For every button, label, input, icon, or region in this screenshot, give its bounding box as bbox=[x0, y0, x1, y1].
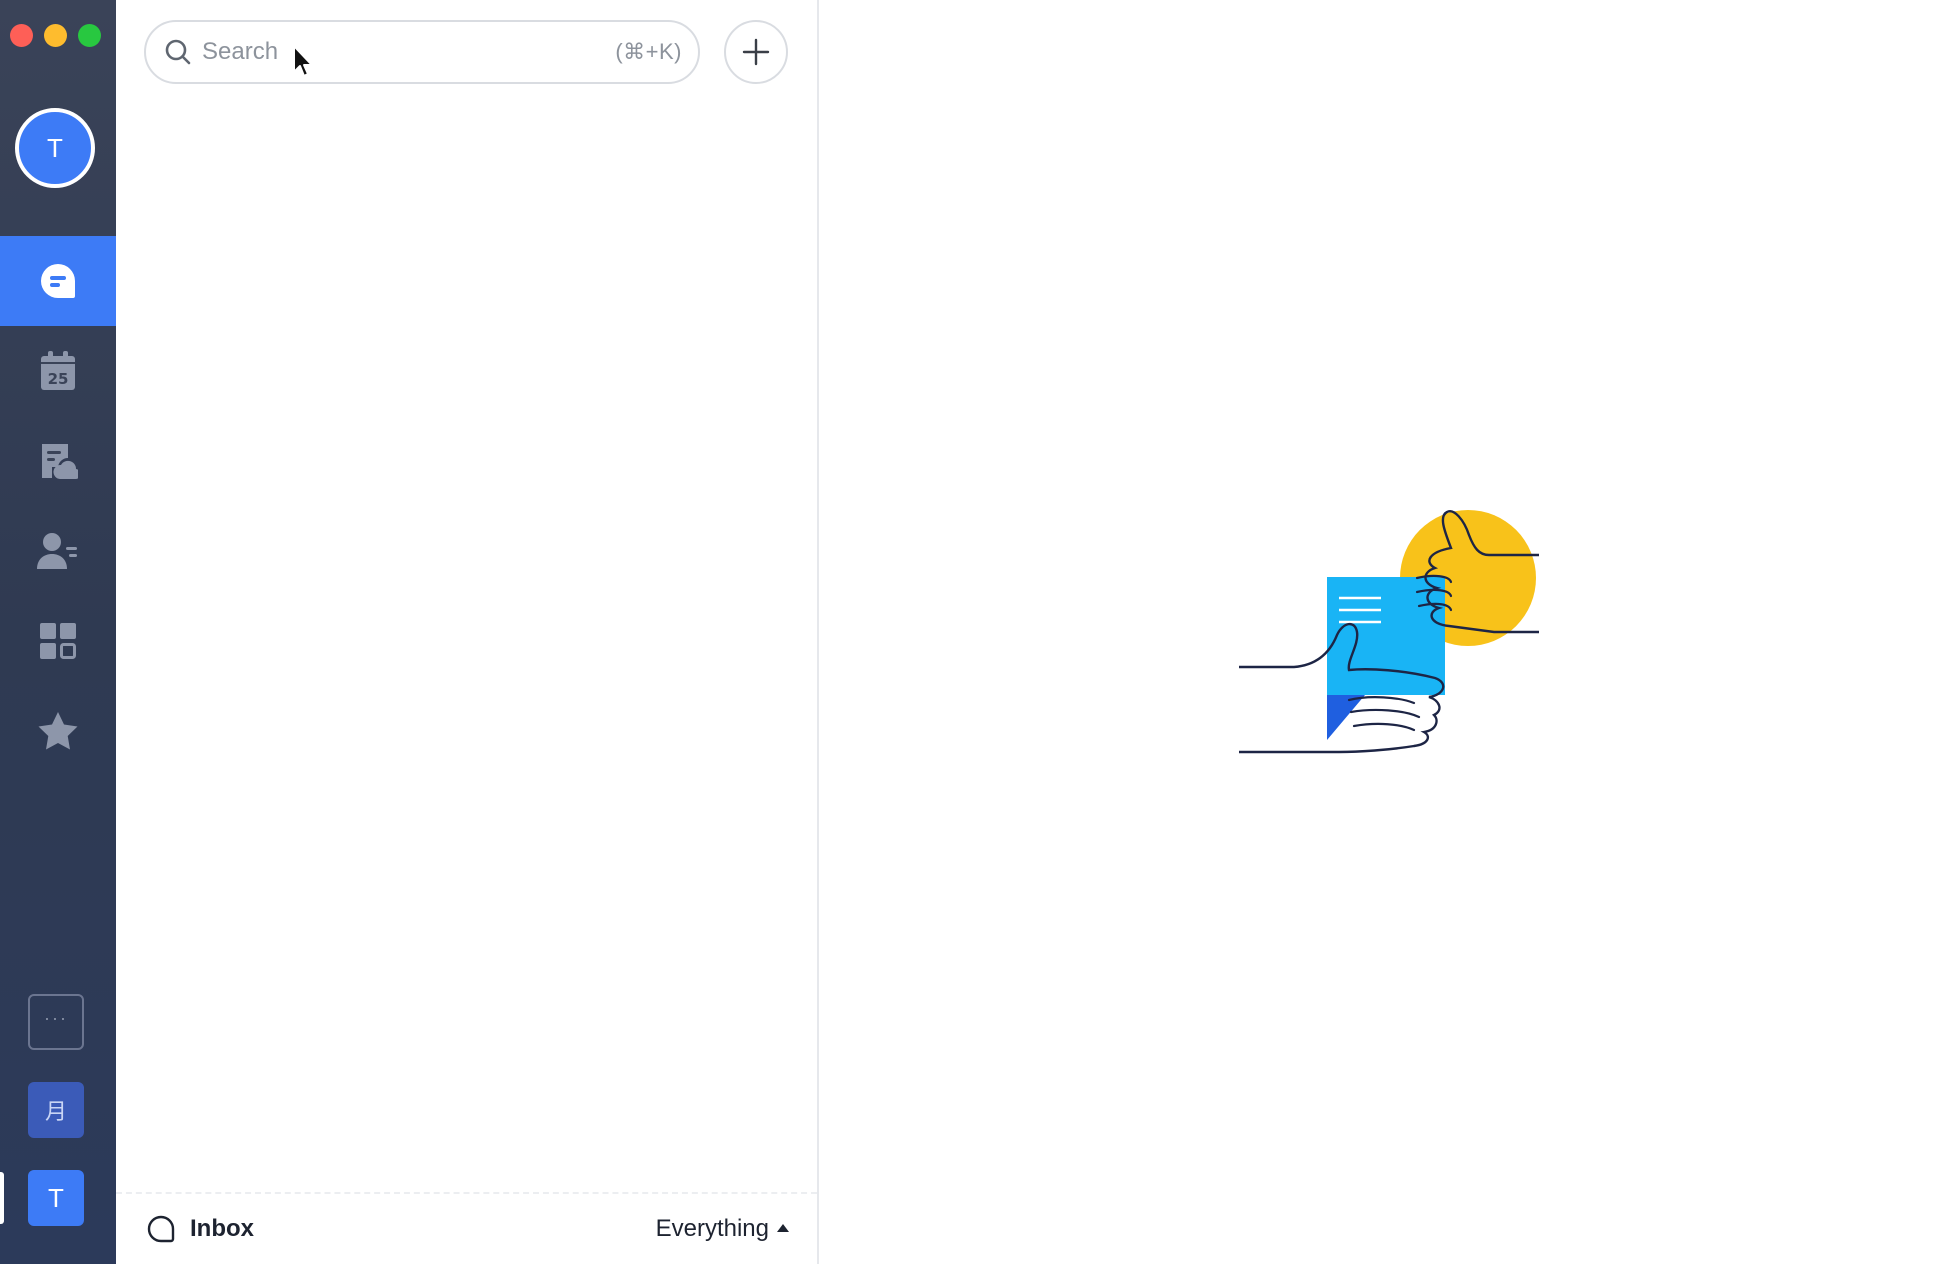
plus-icon bbox=[742, 38, 770, 66]
conversation-list-pane: (⌘+K) Inbox Everything bbox=[116, 0, 819, 1264]
rail-item-contacts[interactable] bbox=[0, 506, 116, 596]
grid-apps-icon bbox=[40, 623, 76, 659]
zoom-window-button[interactable] bbox=[78, 24, 101, 47]
svg-text:25: 25 bbox=[48, 370, 69, 388]
workspace-tile-2[interactable]: T bbox=[28, 1170, 84, 1226]
workspace-tile-1[interactable]: 月 bbox=[28, 1082, 84, 1138]
search-input[interactable] bbox=[202, 38, 616, 66]
user-avatar[interactable]: T bbox=[15, 108, 95, 188]
search-icon bbox=[165, 39, 191, 65]
star-icon bbox=[38, 712, 78, 750]
workspace-tile-label: T bbox=[48, 1182, 64, 1213]
caret-up-icon bbox=[777, 1224, 789, 1232]
rail-item-workplace[interactable] bbox=[0, 596, 116, 686]
calendar-icon: 25 bbox=[41, 351, 75, 390]
main-content-area bbox=[819, 0, 1956, 1264]
rail-item-calendar[interactable]: 25 bbox=[0, 326, 116, 416]
ellipsis-icon: ··· bbox=[44, 1008, 68, 1028]
left-rail: T 25 ··· 月 T bbox=[0, 0, 116, 1264]
document-cloud-icon bbox=[42, 444, 78, 480]
traffic-lights bbox=[10, 24, 101, 47]
list-footer: Inbox Everything bbox=[116, 1192, 817, 1264]
add-button[interactable] bbox=[724, 20, 788, 84]
avatar-initial: T bbox=[47, 132, 63, 163]
rail-item-favorites[interactable] bbox=[0, 686, 116, 776]
mouse-cursor-icon bbox=[293, 45, 313, 77]
chat-bubble-icon bbox=[40, 264, 75, 298]
app-window: T 25 ··· 月 T Search (⌘+K) Inbox Everythi… bbox=[0, 0, 1956, 1264]
search-shortcut-hint: (⌘+K) bbox=[615, 39, 682, 64]
close-window-button[interactable] bbox=[10, 24, 33, 47]
more-apps-button[interactable]: ··· bbox=[28, 994, 84, 1050]
workspace-active-indicator bbox=[0, 1172, 4, 1224]
rail-item-docs[interactable] bbox=[0, 416, 116, 506]
filter-dropdown[interactable]: Everything bbox=[656, 1215, 789, 1243]
inbox-label: Inbox bbox=[190, 1215, 254, 1242]
inbox-chat-icon bbox=[147, 1215, 175, 1243]
rail-item-chat[interactable] bbox=[0, 236, 116, 326]
contacts-icon bbox=[37, 533, 77, 569]
minimize-window-button[interactable] bbox=[44, 24, 67, 47]
filter-label: Everything bbox=[655, 1215, 769, 1242]
thumbs-up-illustration bbox=[1239, 510, 1539, 754]
search-bar[interactable]: (⌘+K) bbox=[144, 20, 700, 84]
workspace-tile-label: 月 bbox=[44, 1100, 67, 1125]
